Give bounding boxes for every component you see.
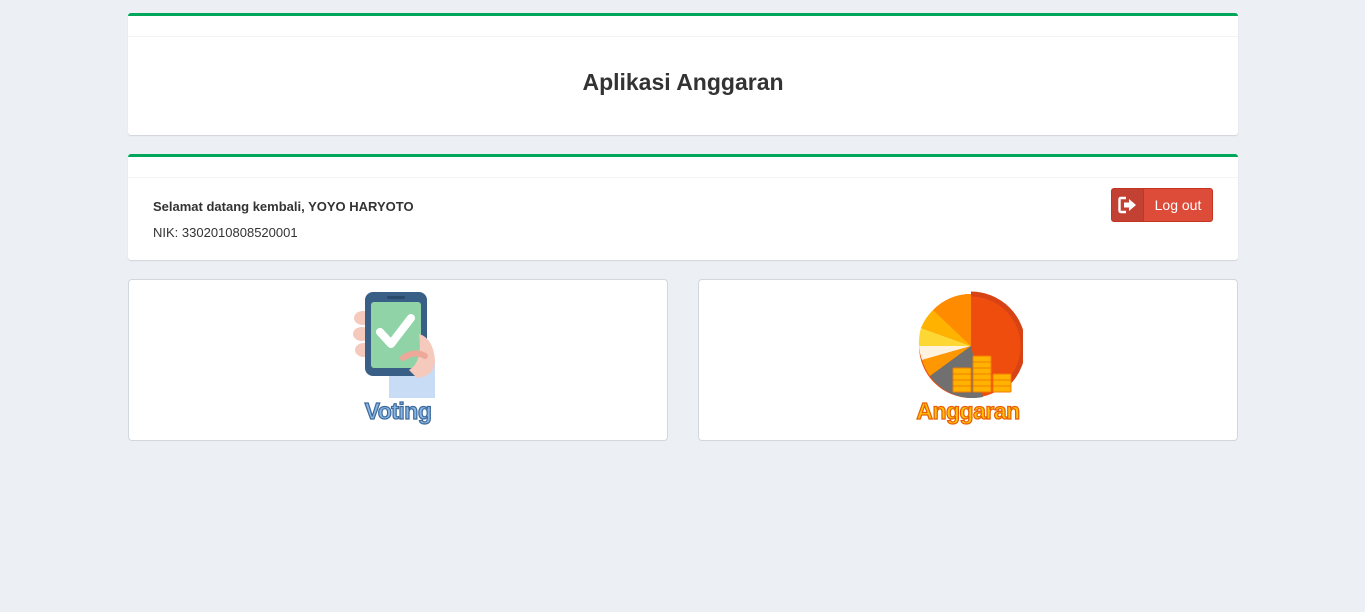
- anggaran-label: Anggaran: [916, 397, 1021, 424]
- title-box-header: [128, 16, 1238, 37]
- logout-label: Log out: [1154, 197, 1202, 213]
- voting-card[interactable]: Voting: [128, 279, 668, 441]
- nik-text: NIK: 3302010808520001: [153, 225, 298, 240]
- anggaran-card[interactable]: Anggaran: [698, 279, 1238, 441]
- page-title: Aplikasi Anggaran: [582, 69, 784, 95]
- voting-phone-icon: [353, 292, 435, 398]
- title-box: Aplikasi Anggaran: [128, 13, 1238, 135]
- logout-button[interactable]: Log out: [1111, 188, 1213, 222]
- user-info-box: Selamat datang kembali, YOYO HARYOTO NIK…: [128, 154, 1238, 260]
- budget-pie-icon: [918, 291, 1023, 398]
- voting-label: Voting: [364, 397, 433, 424]
- welcome-text: Selamat datang kembali, YOYO HARYOTO: [153, 199, 414, 214]
- user-box-header: [128, 157, 1238, 178]
- sign-out-icon: [1112, 189, 1144, 221]
